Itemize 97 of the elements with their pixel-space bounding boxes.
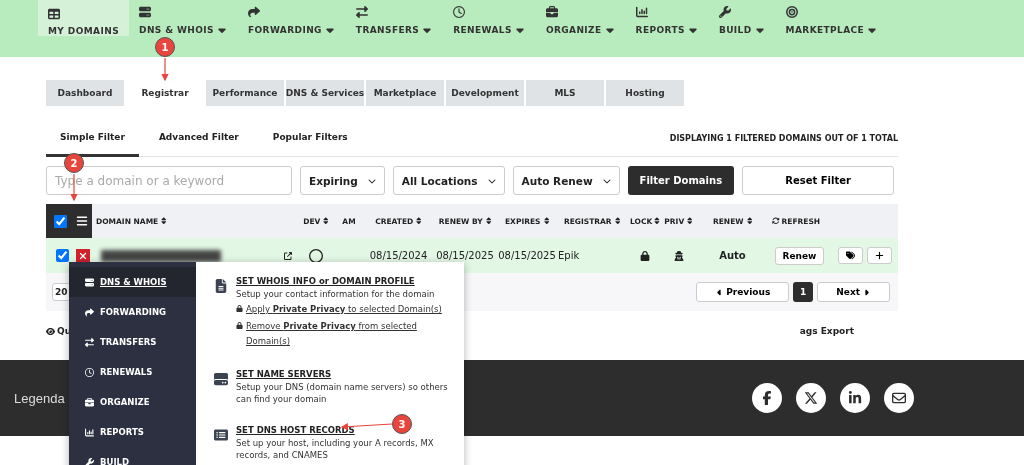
wrench-icon bbox=[718, 6, 731, 18]
menu-icon[interactable] bbox=[76, 215, 88, 227]
nav-item[interactable]: MY DOMAINS bbox=[38, 0, 129, 36]
sort-icon bbox=[415, 217, 423, 225]
nav-item[interactable]: DNS & WHOIS bbox=[129, 0, 238, 36]
add-button[interactable] bbox=[866, 247, 892, 264]
clock-icon bbox=[85, 367, 94, 377]
dropdown-select[interactable]: All Locations bbox=[392, 166, 505, 195]
eye-icon bbox=[46, 326, 55, 336]
x-icon[interactable] bbox=[796, 383, 826, 413]
link-text[interactable]: ags Export bbox=[799, 326, 854, 336]
bar-chart-icon bbox=[635, 6, 648, 18]
server-icon bbox=[85, 277, 94, 287]
exchange-arrows-icon bbox=[85, 337, 94, 347]
clock-icon bbox=[453, 6, 466, 18]
target-icon bbox=[785, 6, 798, 18]
delete-icon[interactable] bbox=[75, 248, 90, 263]
sort-icon bbox=[686, 217, 694, 225]
previous-button[interactable]: Previous bbox=[696, 282, 790, 302]
menu-category[interactable]: DNS & WHOIS bbox=[69, 267, 196, 297]
menu-category[interactable]: REPORTS bbox=[69, 417, 196, 447]
wrench-icon bbox=[85, 457, 94, 465]
select-all-checkbox[interactable] bbox=[54, 214, 67, 228]
domain-count-text: DISPLAYING 1 FILTERED DOMAINS OUT OF 1 TOTAL bbox=[669, 133, 898, 143]
tab[interactable]: Development bbox=[446, 80, 524, 106]
list-icon bbox=[214, 428, 228, 442]
table-cell-text: Auto bbox=[718, 250, 747, 261]
tab[interactable]: Marketplace bbox=[366, 80, 444, 106]
callout-arrow bbox=[161, 57, 169, 82]
tags-button[interactable] bbox=[837, 247, 863, 264]
lock-icon bbox=[236, 322, 243, 329]
tab[interactable]: Dashboard bbox=[46, 80, 124, 106]
menu-entry-description: Setup your contact information for the domain bbox=[236, 288, 436, 300]
table-cell-text: Epik bbox=[557, 250, 581, 261]
privacy-link[interactable]: Remove Private Privacy from selected Domain(s) bbox=[236, 319, 450, 349]
page-number-button[interactable]: 1 bbox=[793, 282, 814, 302]
sort-icon bbox=[160, 217, 168, 225]
sort-icon bbox=[542, 217, 550, 225]
caret-icon bbox=[862, 287, 871, 297]
server-icon bbox=[139, 6, 151, 18]
lock-icon bbox=[639, 250, 650, 261]
sort-icon bbox=[613, 217, 622, 225]
dropdown-select[interactable]: Auto Renew bbox=[512, 166, 620, 195]
filter-tab[interactable]: Advanced Filter bbox=[144, 119, 253, 157]
nav-item[interactable]: FORWARDING bbox=[237, 0, 346, 36]
refresh-icon bbox=[772, 217, 780, 225]
plus-icon bbox=[874, 251, 884, 260]
sort-icon bbox=[484, 217, 493, 225]
reset-filter-button[interactable]: Reset Filter bbox=[742, 166, 895, 195]
hard-drive-icon bbox=[214, 372, 228, 386]
menu-entry-description: Set up your host, including your A records, MX records, and CNAMES bbox=[236, 437, 435, 461]
privacy-link[interactable]: Apply Private Privacy to selected Domain(s) bbox=[236, 302, 450, 317]
tab[interactable]: Performance bbox=[206, 80, 284, 106]
footer-brand: Legenda bbox=[14, 390, 65, 406]
table-cell-text: 08/15/2025 bbox=[497, 250, 555, 261]
sort-icon bbox=[322, 217, 330, 225]
next-button[interactable]: Next bbox=[817, 282, 890, 302]
tab[interactable]: DNS & Services bbox=[286, 80, 364, 106]
renew-button[interactable]: Renew bbox=[774, 246, 825, 265]
nav-item[interactable]: MARKETPLACE bbox=[775, 0, 889, 36]
lock-icon bbox=[236, 305, 243, 312]
row-checkbox[interactable] bbox=[55, 249, 69, 262]
sort-icon bbox=[654, 217, 660, 225]
step-number-badge: 2 bbox=[64, 153, 84, 173]
mail-icon[interactable] bbox=[884, 383, 914, 413]
sort-icon bbox=[745, 217, 754, 225]
linkedin-icon[interactable] bbox=[840, 383, 870, 413]
filter-tab[interactable]: Popular Filters bbox=[258, 119, 362, 157]
table-cell-text: 08/15/2025 bbox=[435, 250, 495, 261]
spy-icon bbox=[673, 250, 684, 261]
filter-domains-button[interactable]: Filter Domains bbox=[627, 166, 735, 195]
menu-category[interactable]: ORGANIZE bbox=[69, 387, 196, 417]
table-cell-text: 08/15/2024 bbox=[368, 250, 429, 261]
nav-item[interactable]: REPORTS bbox=[625, 0, 709, 36]
tab[interactable]: Hosting bbox=[606, 80, 684, 106]
tags-icon bbox=[845, 251, 855, 260]
dropdown-select[interactable]: Expiring bbox=[300, 166, 385, 195]
briefcase-icon bbox=[545, 6, 558, 18]
menu-category[interactable]: TRANSFERS bbox=[69, 327, 196, 357]
menu-entry-link[interactable]: SET WHOIS INFO or DOMAIN PROFILE bbox=[236, 276, 450, 286]
nav-item[interactable]: RENEWALS bbox=[443, 0, 536, 36]
facebook-icon[interactable] bbox=[752, 383, 782, 413]
bar-chart-icon bbox=[85, 427, 94, 437]
share-arrow-icon bbox=[247, 6, 260, 18]
nav-item[interactable]: ORGANIZE bbox=[535, 0, 626, 36]
menu-category[interactable]: RENEWALS bbox=[69, 357, 196, 387]
briefcase-icon bbox=[85, 397, 94, 407]
menu-entry-description: Setup your DNS (domain name servers) so others can find your domain bbox=[236, 381, 449, 405]
external-link-icon[interactable] bbox=[284, 251, 292, 260]
share-arrow-icon bbox=[85, 307, 94, 317]
document-icon bbox=[214, 279, 228, 293]
nav-item[interactable]: TRANSFERS bbox=[345, 0, 444, 36]
exchange-arrows-icon bbox=[355, 6, 368, 18]
nav-item[interactable]: BUILD bbox=[708, 0, 776, 36]
menu-entry-link[interactable]: SET NAME SERVERS bbox=[236, 369, 450, 379]
menu-category[interactable]: BUILD bbox=[69, 447, 196, 465]
tab[interactable]: MLS bbox=[526, 80, 604, 106]
